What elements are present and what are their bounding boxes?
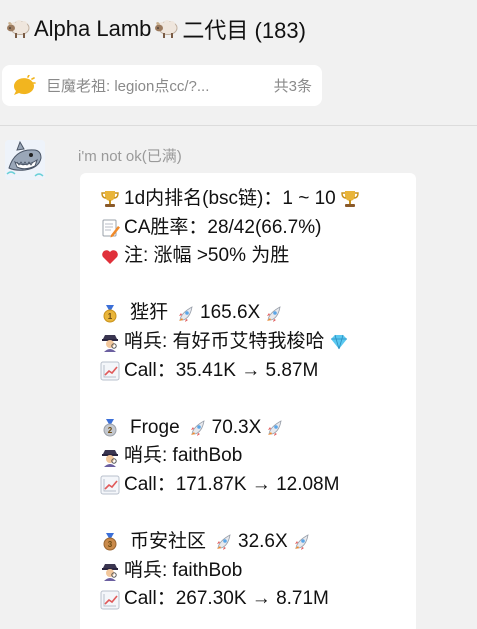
entry-multiplier: 165.6X <box>200 302 261 324</box>
trophy-icon <box>101 191 119 208</box>
entry-title-line: 3 币安社区 32.6X <box>100 528 416 557</box>
chat-header: Alpha Lamb 二代目 (183) <box>0 0 477 58</box>
pinned-message-count[interactable]: 共3条 <box>274 75 312 96</box>
ca-line: CA胜率：28/42(66.7%) <box>100 214 416 243</box>
pinned-message-text: 巨魔老祖: legion点cc/?... <box>46 78 210 95</box>
note-text: 注: 涨幅 >50% 为胜 <box>124 245 290 267</box>
medal-icon: 3 <box>103 533 117 551</box>
entry-multiplier: 32.6X <box>238 531 288 553</box>
avatar[interactable] <box>5 140 45 180</box>
medal-number: 1 <box>108 312 113 321</box>
sender-name[interactable]: i'm not ok(已满) <box>78 145 182 166</box>
medal-icon: 2 <box>103 419 117 437</box>
rocket-icon <box>267 305 281 322</box>
entry-call: Call：267.30K → 8.71M <box>124 588 329 610</box>
rocket-icon <box>268 420 282 437</box>
shark-avatar-icon <box>5 140 45 180</box>
entry-name: 狴犴 <box>130 302 169 324</box>
sheep-icon <box>155 20 178 38</box>
ca-text: CA胜率：28/42(66.7%) <box>124 216 322 238</box>
rocket-icon <box>179 305 193 322</box>
chart-increasing-icon <box>100 590 120 610</box>
medal-icon: 1 <box>103 304 117 323</box>
note-line: 注: 涨幅 >50% 为胜 <box>100 242 416 271</box>
pinned-message-bar[interactable]: 巨魔老祖: legion点cc/?... 共3条 <box>2 65 322 106</box>
entry-call-line: Call：171.87K → 12.08M <box>100 471 416 500</box>
detective-icon <box>102 449 118 467</box>
sheep-icon <box>7 20 30 38</box>
entry-multiplier: 70.3X <box>211 416 262 438</box>
gem-icon <box>330 335 347 350</box>
rank-text: 1d内排名(bsc链)：1 ~ 10 <box>124 188 336 209</box>
rocket-icon <box>294 534 309 551</box>
chat-window: Alpha Lamb 二代目 (183) 巨魔老祖: legion点cc/?..… <box>0 0 477 629</box>
memo-icon <box>102 219 120 238</box>
entry-name: 币安社区 <box>130 531 207 553</box>
chat-title-suffix: 二代目 (183) <box>182 18 306 43</box>
entry-call-line: Call：267.30K → 8.71M <box>100 585 416 614</box>
chat-title[interactable]: Alpha Lamb 二代目 (183) <box>6 13 306 45</box>
heart-icon <box>102 250 118 265</box>
entry-call: Call：35.41K → 5.87M <box>124 359 319 381</box>
message-bubble[interactable]: 1d内排名(bsc链)：1 ~ 10 CA胜率：28/42(66.7%) 注: … <box>80 173 416 629</box>
medal-number: 2 <box>108 426 113 435</box>
chart-increasing-icon <box>100 361 120 381</box>
entry-name: Froge <box>130 416 180 438</box>
chart-increasing-icon <box>100 475 120 495</box>
entry-scout-line: 哨兵: faithBob <box>100 442 416 471</box>
entry-scout: 哨兵: faithBob <box>124 445 243 467</box>
entry-call: Call：171.87K → 12.08M <box>124 473 340 495</box>
detective-icon <box>102 335 118 353</box>
entry-scout: 哨兵: 有好币艾特我梭哈 <box>124 330 325 352</box>
entry-scout-line: 哨兵: faithBob <box>100 557 416 586</box>
trophy-icon <box>341 191 359 208</box>
speech-bubble-icon <box>13 74 36 95</box>
entry-title-line: 2 Froge 70.3X <box>100 414 416 443</box>
chat-title-name: Alpha Lamb <box>34 16 152 41</box>
rocket-icon <box>190 420 205 437</box>
entry-scout: 哨兵: faithBob <box>124 559 243 581</box>
rank-line: 1d内排名(bsc链)：1 ~ 10 <box>100 185 416 214</box>
entry-call-line: Call：35.41K → 5.87M <box>100 357 416 386</box>
entry-scout-line: 哨兵: 有好币艾特我梭哈 <box>100 328 416 357</box>
rocket-icon <box>217 534 231 551</box>
entry-title-line: 1 狴犴 165.6X <box>100 299 416 328</box>
medal-number: 3 <box>108 540 113 549</box>
divider <box>0 125 477 126</box>
detective-icon <box>102 564 118 582</box>
